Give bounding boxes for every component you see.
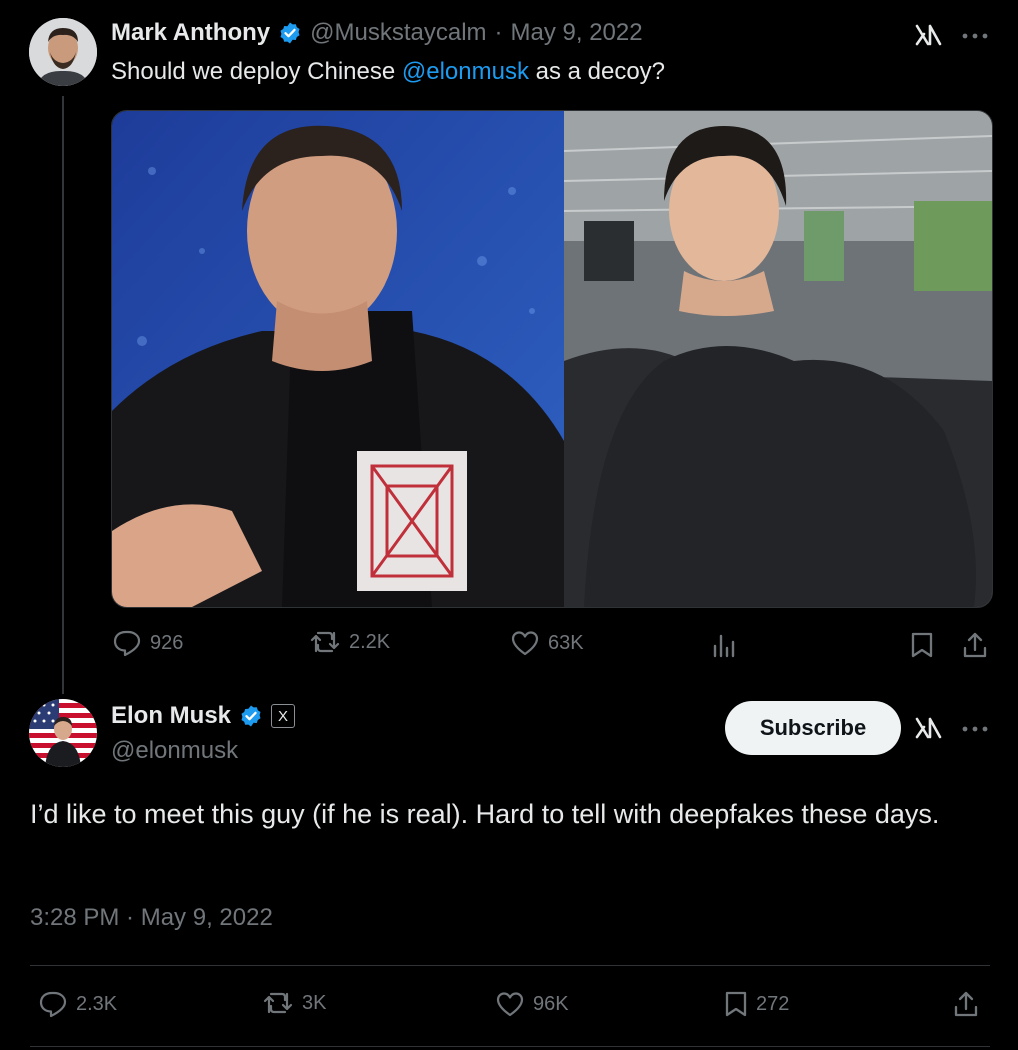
more-options-icon[interactable] [962,33,988,39]
grok-icon[interactable] [915,715,943,741]
reply-count: 926 [150,631,184,654]
media-photo-left[interactable] [112,111,564,607]
avatar-mark-anthony[interactable] [29,18,97,86]
retweet-action[interactable]: 3K [262,990,326,1016]
retweet-count: 2.2K [349,630,391,653]
reply-icon [38,990,68,1018]
verified-badge-icon [278,21,302,45]
bookmark-icon[interactable] [910,631,934,659]
like-count: 96K [533,992,569,1015]
divider [30,965,990,966]
separator-dot: · [494,19,503,46]
avatar-elon-musk[interactable] [29,699,97,767]
reply-action[interactable]: 2.3K [38,990,117,1018]
bookmark-action[interactable]: 272 [724,990,789,1018]
reply-action[interactable]: 926 [112,629,183,657]
retweet-action[interactable]: 2.2K [309,629,390,655]
author-name[interactable]: Elon Musk [111,702,231,730]
reply-tweet-text: I’d like to meet this guy (if he is real… [30,799,940,829]
parent-tweet-header: Mark Anthony @Muskstaycalm · May 9, 2022 [111,19,643,47]
tweet-text-end: as a decoy? [528,58,666,85]
mention-link[interactable]: @elonmusk [402,58,529,85]
author-handle[interactable]: @Muskstaycalm [310,19,486,47]
author-name[interactable]: Mark Anthony [111,19,270,47]
analytics-icon [712,632,738,658]
share-icon[interactable] [952,990,980,1018]
tweet-timestamp[interactable]: 3:28 PM · May 9, 2022 [30,904,273,932]
affiliate-badge[interactable]: X [271,704,296,728]
heart-icon [495,990,525,1018]
author-handle[interactable]: @elonmusk [111,737,238,765]
bookmark-icon [724,990,748,1018]
parent-tweet-text: Should we deploy Chinese @elonmusk as a … [111,58,665,86]
media-photo-right[interactable] [564,111,992,607]
like-action[interactable]: 63K [510,629,584,657]
reply-icon [112,629,142,657]
grok-icon[interactable] [915,22,943,48]
divider [30,1046,990,1047]
subscribe-button[interactable]: Subscribe [725,701,901,755]
tweet-media[interactable] [111,110,993,608]
retweet-icon [309,629,341,655]
tweet-text-start: Should we deploy Chinese [111,58,402,85]
share-icon[interactable] [961,631,989,659]
heart-icon [510,629,540,657]
retweet-icon [262,990,294,1016]
more-options-icon[interactable] [962,726,988,732]
views-action[interactable] [712,632,738,658]
thread-line [62,96,64,694]
tweet-date[interactable]: May 9, 2022 [511,19,643,47]
like-action[interactable]: 96K [495,990,569,1018]
reply-count: 2.3K [76,992,118,1015]
verified-badge-icon [239,704,263,728]
bookmark-count: 272 [756,992,790,1015]
like-count: 63K [548,631,584,654]
retweet-count: 3K [302,991,327,1014]
reply-tweet-header: Elon Musk X [111,702,296,730]
